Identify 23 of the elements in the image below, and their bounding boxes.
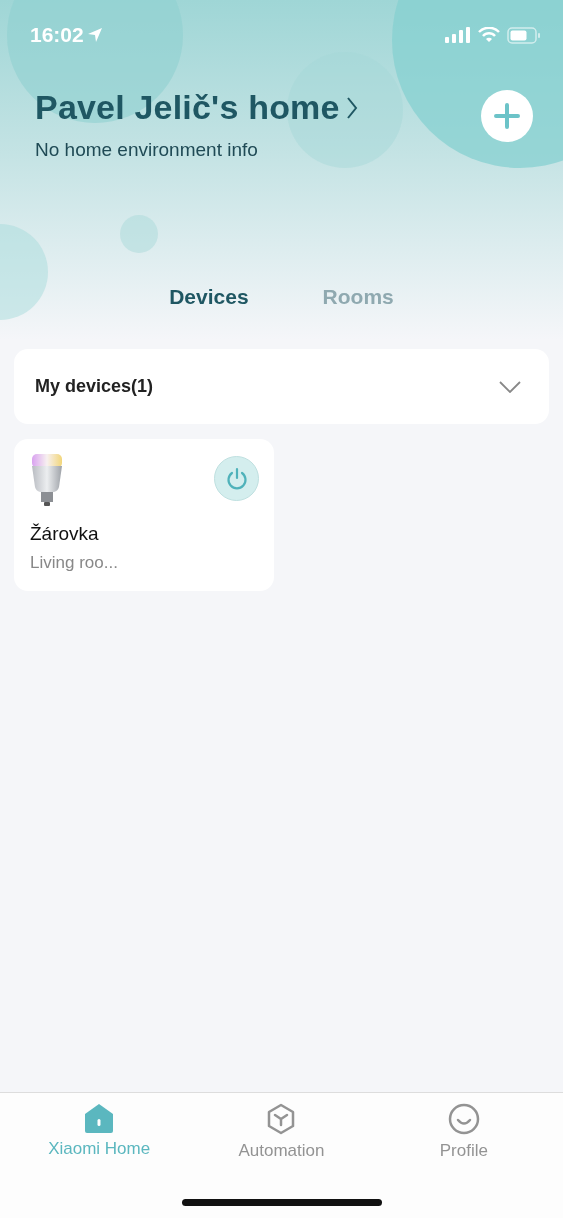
power-button[interactable] [214, 456, 259, 501]
house-icon [83, 1103, 116, 1133]
tab[interactable]: Devices [169, 285, 249, 309]
wifi-icon [478, 27, 500, 43]
device-room: Living roo... [30, 553, 119, 573]
smiley-icon [447, 1103, 480, 1135]
location-arrow-icon [86, 27, 103, 43]
plus-icon [494, 103, 520, 129]
nav-tab[interactable]: Automation [201, 1103, 362, 1161]
device-name: Žárovka [30, 523, 100, 545]
signal-icon [445, 27, 471, 43]
chevron-down-icon[interactable] [499, 380, 521, 393]
section-title: My devices(1) [35, 376, 154, 397]
nav-tab[interactable]: Profile [383, 1103, 544, 1161]
power-icon [225, 466, 248, 491]
light-bulb-icon [30, 453, 64, 507]
battery-icon [507, 26, 541, 44]
section-header[interactable]: My devices(1) [14, 349, 549, 424]
home-title[interactable]: Pavel Jelič's home [35, 88, 340, 127]
device-card[interactable]: Žárovka Living roo... [14, 439, 274, 591]
chevron-right-icon[interactable] [345, 95, 358, 120]
environment-info: No home environment info [35, 139, 259, 161]
clock-time: 16:02 [30, 23, 84, 47]
